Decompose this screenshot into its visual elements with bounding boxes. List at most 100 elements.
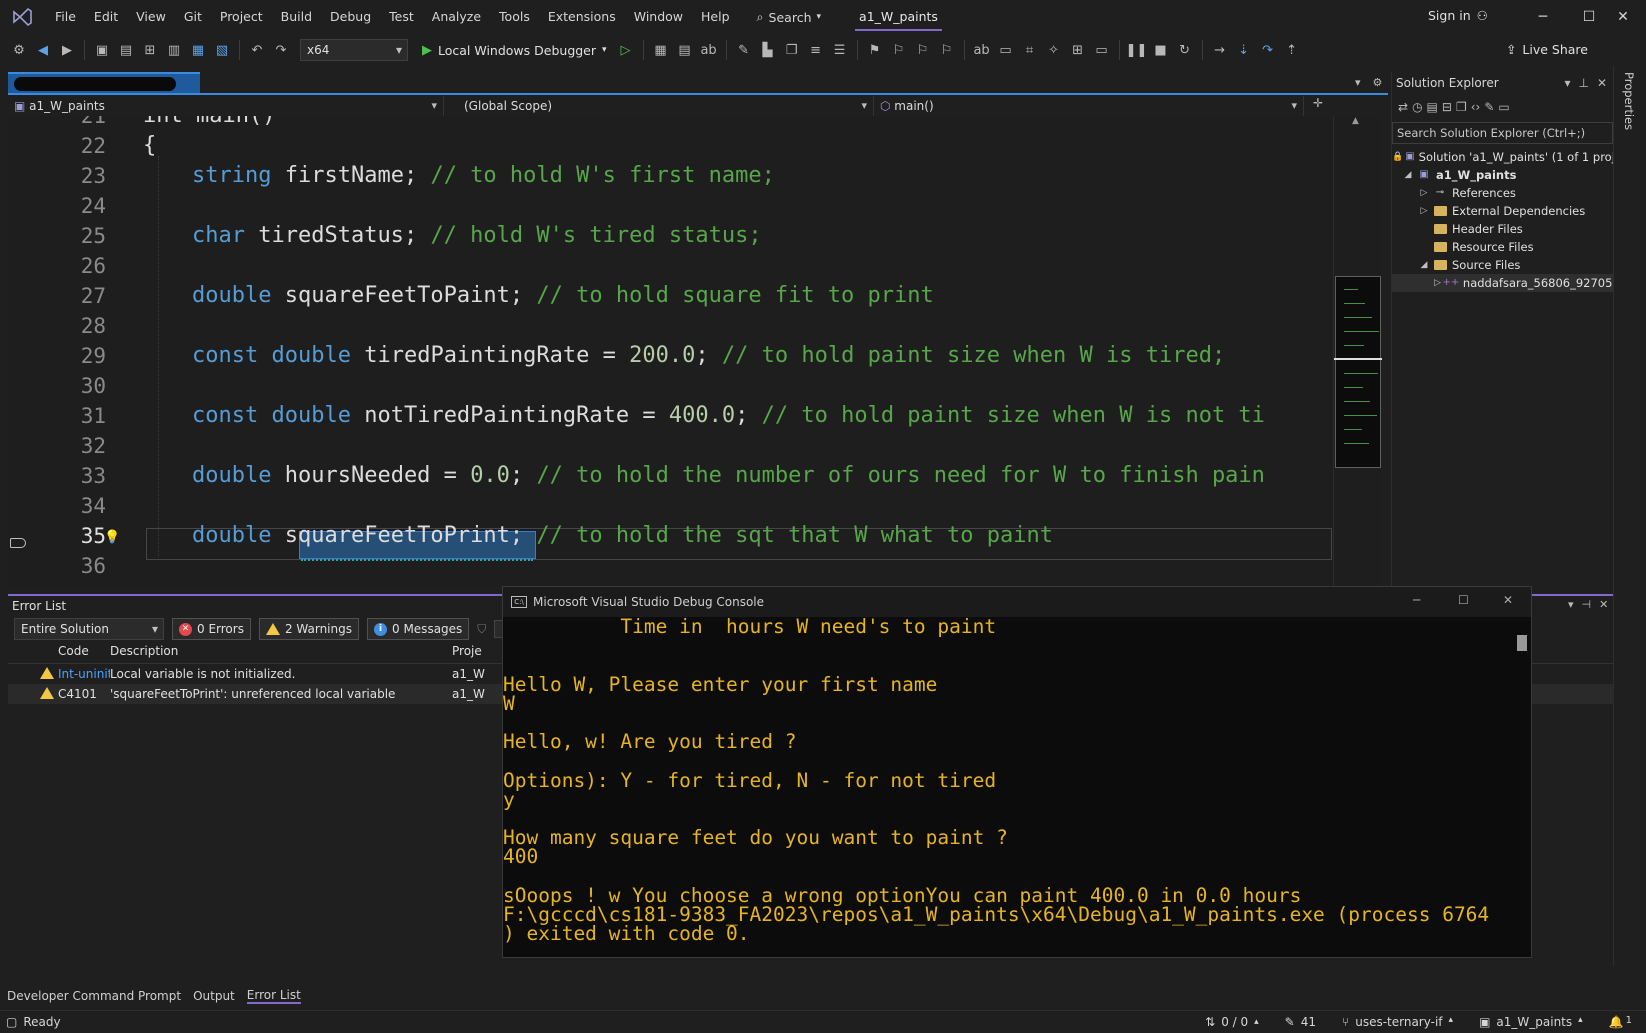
menu-item-test[interactable]: Test [380, 3, 423, 31]
show-all-files-icon[interactable]: ❐ [1456, 100, 1467, 114]
menu-item-help[interactable]: Help [692, 3, 739, 31]
tool-tab-output[interactable]: Output [193, 989, 235, 1003]
start-debugging-button[interactable]: ▶ Local Windows Debugger ▾ [416, 43, 613, 58]
tree-item-source-files[interactable]: ◢ Source Files [1392, 256, 1613, 274]
format-icon[interactable]: ≡ [805, 39, 827, 61]
save-icon[interactable]: ▦ [187, 39, 209, 61]
console-minimize-button[interactable]: ─ [1413, 593, 1420, 607]
pause-icon[interactable]: ❚❚ [1126, 39, 1148, 61]
console-scrollbar[interactable] [1513, 617, 1531, 957]
status-edits[interactable]: ✎ 41 [1285, 1015, 1316, 1029]
tree-item-external-dependencies[interactable]: ▷ External Dependencies [1392, 202, 1613, 220]
close-icon[interactable]: ✕ [1599, 598, 1608, 611]
restart-icon[interactable]: ↻ [1174, 39, 1196, 61]
show-next-statement-icon[interactable]: → [1209, 39, 1231, 61]
forward-icon[interactable]: ▶ [56, 39, 78, 61]
tree-item-project[interactable]: ◢ ▣ a1_W_paints [1392, 166, 1613, 184]
status-branch[interactable]: ⑂ uses-ternary-if ▴ [1342, 1015, 1453, 1029]
split-icon[interactable]: ✛ [1304, 96, 1332, 116]
browse-icon[interactable]: ▦ [650, 39, 672, 61]
table-icon[interactable]: ⊞ [1067, 39, 1089, 61]
minimap-scrollbar[interactable]: ▲ [1333, 116, 1382, 586]
live-share-button[interactable]: ⇪ Live Share [1506, 42, 1588, 57]
preview-icon[interactable]: ▭ [1498, 100, 1509, 114]
solution-search-input[interactable]: Search Solution Explorer (Ctrl+;) [1392, 122, 1613, 144]
debug-console-titlebar[interactable]: C:\ Microsoft Visual Studio Debug Consol… [503, 587, 1531, 617]
filter-icon[interactable]: ⛉ [477, 622, 486, 637]
redo-icon[interactable]: ↷ [270, 39, 292, 61]
console-close-button[interactable]: ✕ [1503, 593, 1513, 607]
comment-icon[interactable]: ☰ [829, 39, 851, 61]
start-without-debugging-icon[interactable]: ▷ [615, 39, 637, 61]
tree-item-source-file[interactable]: ▷ ++ naddafsara_56806_927056 [1392, 274, 1620, 292]
wand-icon[interactable]: ✧ [1043, 39, 1065, 61]
project-dropdown[interactable]: ▣ a1_W_paints [8, 96, 444, 116]
tree-item-resource-files[interactable]: Resource Files [1392, 238, 1613, 256]
menu-item-analyze[interactable]: Analyze [423, 3, 490, 31]
minimize-button[interactable]: ─ [1520, 0, 1566, 34]
document-tab[interactable] [8, 72, 200, 94]
errors-filter-button[interactable]: ✕ 0 Errors [172, 618, 251, 640]
error-code[interactable]: Int-uninit [58, 667, 110, 681]
status-repo[interactable]: ▣ a1_W_paints ▴ [1479, 1015, 1583, 1029]
close-button[interactable]: ✕ [1600, 0, 1646, 34]
tree-item-header-files[interactable]: Header Files [1392, 220, 1613, 238]
search-button[interactable]: ⌕ Search ▾ [749, 4, 830, 30]
notifications-button[interactable]: 🔔 1 [1609, 1015, 1632, 1029]
menu-item-extensions[interactable]: Extensions [539, 3, 625, 31]
menu-item-project[interactable]: Project [211, 3, 272, 31]
scroll-up-icon[interactable]: ▲ [1352, 116, 1359, 126]
code-view-icon[interactable]: ‹› [1471, 100, 1481, 114]
console-maximize-button[interactable]: ☐ [1458, 593, 1469, 607]
debug-console-window[interactable]: C:\ Microsoft Visual Studio Debug Consol… [502, 586, 1532, 958]
tool-tab-error-list[interactable]: Error List [246, 988, 301, 1004]
minimap-viewport[interactable] [1335, 276, 1381, 468]
layout-icon[interactable]: ▤ [674, 39, 696, 61]
tree-item-solution[interactable]: 🔒 ▣ Solution 'a1_W_paints' (1 of 1 proje [1392, 148, 1622, 166]
status-changes[interactable]: ⇅ 0 / 0 ▴ [1205, 1015, 1259, 1029]
step-out-icon[interactable]: ⇡ [1281, 39, 1303, 61]
warnings-filter-button[interactable]: 2 Warnings [258, 618, 359, 640]
save-all-icon[interactable]: ▧ [211, 39, 233, 61]
step-into-icon[interactable]: ⇣ [1233, 39, 1255, 61]
clean-icon[interactable]: ✎ [733, 39, 755, 61]
collapse-all-icon[interactable]: ⊟ [1442, 100, 1452, 114]
stop-icon[interactable]: ■ [1150, 39, 1172, 61]
undo-icon[interactable]: ↶ [246, 39, 268, 61]
spell-icon[interactable]: ab [971, 39, 993, 61]
code-column-header[interactable]: Code [58, 644, 110, 663]
new-file-icon[interactable]: ▤ [115, 39, 137, 61]
add-item-icon[interactable]: ⊞ [139, 39, 161, 61]
crop-icon[interactable]: ⌗ [1019, 39, 1041, 61]
history-icon[interactable]: ◷ [1412, 100, 1422, 114]
bookmark-icon[interactable]: ⚑ [864, 39, 886, 61]
scope-dropdown[interactable]: (Global Scope) [444, 96, 874, 116]
new-project-icon[interactable]: ▣ [91, 39, 113, 61]
settings-icon[interactable]: ⚙ [1373, 76, 1383, 89]
prev-bookmark-icon[interactable]: ⚐ [888, 39, 910, 61]
spell-check-icon[interactable]: ab [698, 39, 720, 61]
lightbulb-icon[interactable]: 💡 [104, 530, 120, 545]
menu-item-git[interactable]: Git [175, 3, 211, 31]
next-bookmark-icon[interactable]: ⚐ [912, 39, 934, 61]
menu-item-edit[interactable]: Edit [85, 3, 127, 31]
messages-filter-button[interactable]: i 0 Messages [367, 618, 470, 640]
menu-item-debug[interactable]: Debug [321, 3, 380, 31]
scope-select[interactable]: Entire Solution [14, 618, 164, 640]
pin-icon[interactable]: ⊣ [1582, 598, 1592, 611]
sign-in-button[interactable]: Sign in ⚇ [1428, 8, 1488, 23]
close-icon[interactable]: ✕ [1597, 72, 1607, 94]
dropdown-icon[interactable]: ▾ [1564, 72, 1570, 94]
console-scroll-thumb[interactable] [1517, 635, 1527, 651]
menu-item-view[interactable]: View [127, 3, 175, 31]
dropdown-icon[interactable]: ▾ [1568, 598, 1574, 611]
pin-icon[interactable]: ⊥ [1578, 72, 1588, 94]
description-column-header[interactable]: Description [110, 644, 452, 663]
menu-item-tools[interactable]: Tools [490, 3, 539, 31]
tab-dropdown-icon[interactable]: ▾ [1355, 76, 1361, 89]
build-icon[interactable]: ▙ [757, 39, 779, 61]
properties-tab[interactable]: Properties [1622, 72, 1636, 130]
step-over-icon[interactable]: ↷ [1257, 39, 1279, 61]
code-editor[interactable]: 21 22 23 24 25 26 27 28 29 30 31 32 33 34 35 36 int mai… [8, 116, 1333, 586]
sync-icon[interactable]: ⇄ [1398, 100, 1408, 114]
